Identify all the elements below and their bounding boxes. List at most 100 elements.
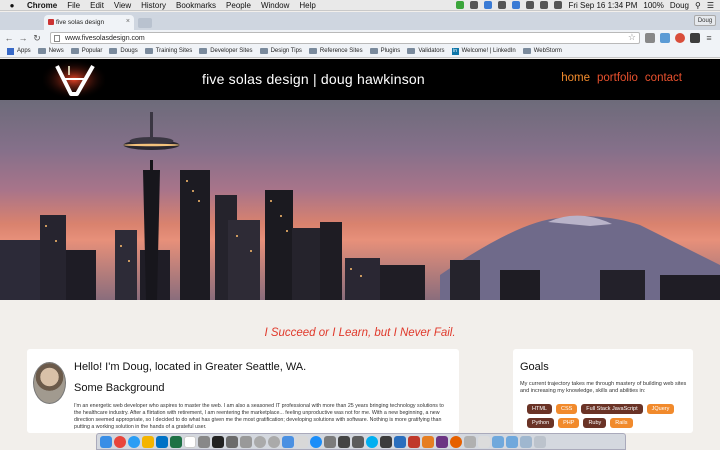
tray-app-icon[interactable] [484, 1, 493, 9]
app-icon[interactable] [380, 435, 392, 448]
app-icon[interactable] [240, 435, 252, 448]
bookmark-folder[interactable]: Popular [70, 48, 102, 54]
menubar-user[interactable]: Doug [670, 1, 689, 10]
app-icon[interactable] [436, 435, 448, 448]
forward-icon[interactable]: → [18, 33, 28, 43]
extension-icon[interactable] [690, 32, 700, 43]
app-icon[interactable] [142, 435, 154, 448]
bookmark-folder[interactable]: Training Sites [144, 48, 192, 54]
menu-window[interactable]: Window [261, 1, 289, 10]
new-tab-button[interactable] [138, 18, 152, 28]
tray-app-icon[interactable] [470, 1, 479, 9]
menu-bookmarks[interactable]: Bookmarks [176, 1, 216, 10]
excel-icon[interactable] [170, 435, 182, 448]
bookmark-folder[interactable]: WebStorm [522, 48, 562, 54]
twitter-icon[interactable] [512, 1, 521, 9]
chrome-icon[interactable] [114, 435, 126, 448]
menubar-datetime[interactable]: Fri Sep 16 1:34 PM [568, 1, 637, 10]
app-icon[interactable] [394, 435, 406, 448]
site-title: five solas design | doug hawkinson [202, 71, 425, 87]
folder-icon[interactable] [506, 435, 518, 448]
calendar-icon[interactable] [184, 435, 196, 448]
bookmark-folder[interactable]: Dougs [109, 48, 138, 54]
close-tab-icon[interactable]: × [126, 18, 130, 25]
help-icon[interactable] [268, 435, 280, 448]
notifications-icon[interactable]: ☰ [707, 1, 714, 10]
menu-app-name[interactable]: Chrome [27, 1, 57, 10]
bookmark-apps[interactable]: Apps [7, 47, 31, 55]
finder-icon[interactable] [100, 435, 112, 448]
reload-icon[interactable]: ↻ [32, 33, 42, 43]
extension-icon[interactable] [660, 32, 670, 43]
outlook-icon[interactable] [156, 435, 168, 448]
bookmarks-bar: Apps News Popular Dougs Training Sites D… [0, 45, 720, 58]
firefox-icon[interactable] [450, 435, 462, 448]
bookmark-folder[interactable]: News [37, 48, 64, 54]
macos-menubar: ● Chrome File Edit View History Bookmark… [0, 0, 720, 11]
menu-history[interactable]: History [141, 1, 166, 10]
app-icon[interactable] [198, 435, 210, 448]
safari-icon[interactable] [128, 435, 140, 448]
site-logo[interactable] [43, 61, 105, 98]
bookmark-folder[interactable]: Reference Sites [308, 48, 363, 54]
folder-icon[interactable] [520, 435, 532, 448]
seattle-skyline-illustration [0, 112, 720, 300]
skill-badge: JQuery [646, 404, 675, 414]
bookmark-star-icon[interactable]: ☆ [628, 32, 636, 43]
tray-app-icon[interactable] [498, 1, 507, 9]
tray-app-icon[interactable] [456, 1, 465, 9]
browser-tabstrip: five solas design × Doug [0, 12, 720, 30]
apps-grid-icon [7, 47, 14, 55]
menu-view[interactable]: View [114, 1, 131, 10]
wifi-icon[interactable] [526, 1, 535, 9]
folder-icon [109, 48, 118, 54]
folder-icon [144, 48, 153, 54]
intro-heading: Hello! I'm Doug, located in Greater Seat… [74, 361, 307, 373]
menu-file[interactable]: File [67, 1, 80, 10]
address-bar[interactable]: www.fivesolasdesign.com ☆ [50, 31, 640, 44]
extension-icon[interactable] [645, 32, 655, 43]
nav-home-link[interactable]: home [561, 72, 590, 84]
nav-contact-link[interactable]: contact [645, 72, 682, 84]
menu-help[interactable]: Help [299, 1, 315, 10]
bookmark-folder[interactable]: Design Tips [259, 48, 302, 54]
apple-menu-icon[interactable]: ● [7, 1, 17, 10]
bookmark-folder[interactable]: Developer Sites [199, 48, 253, 54]
volume-icon[interactable] [540, 1, 549, 9]
app-icon[interactable] [338, 435, 350, 448]
chrome-menu-icon[interactable]: ≡ [704, 33, 714, 43]
profile-button[interactable]: Doug [694, 15, 716, 26]
app-icon[interactable] [352, 435, 364, 448]
trash-icon[interactable] [534, 435, 546, 448]
flag-icon[interactable] [554, 1, 563, 9]
spotlight-icon[interactable]: ⚲ [695, 1, 701, 10]
nav-portfolio-link[interactable]: portfolio [597, 72, 638, 84]
app-store-icon[interactable] [310, 435, 322, 448]
help-icon[interactable] [254, 435, 266, 448]
menu-people[interactable]: People [226, 1, 251, 10]
menu-edit[interactable]: Edit [90, 1, 104, 10]
bookmark-linkedin[interactable]: in Welcome! | LinkedIn [451, 47, 516, 55]
extension-icon[interactable] [675, 32, 685, 43]
terminal-icon[interactable] [212, 435, 224, 448]
app-icon[interactable] [422, 435, 434, 448]
app-icon[interactable] [324, 435, 336, 448]
folder-icon[interactable] [492, 435, 504, 448]
app-icon[interactable] [408, 435, 420, 448]
page-icon [54, 34, 60, 42]
app-icon[interactable] [478, 435, 490, 448]
menubar-battery[interactable]: 100% [643, 1, 663, 10]
skype-icon[interactable] [366, 435, 378, 448]
bookmark-folder[interactable]: Plugins [369, 48, 400, 54]
back-icon[interactable]: ← [4, 33, 14, 43]
address-url: www.fivesolasdesign.com [65, 34, 145, 42]
app-icon[interactable] [282, 435, 294, 448]
browser-tab[interactable]: five solas design × [44, 15, 134, 30]
linkedin-icon: in [451, 47, 459, 55]
bookmark-folder[interactable]: Validators [407, 48, 445, 54]
app-icon[interactable] [464, 435, 476, 448]
app-icon[interactable] [296, 435, 308, 448]
folder-icon [37, 48, 46, 54]
site-header: five solas design | doug hawkinson home … [0, 59, 720, 100]
app-icon[interactable] [226, 435, 238, 448]
